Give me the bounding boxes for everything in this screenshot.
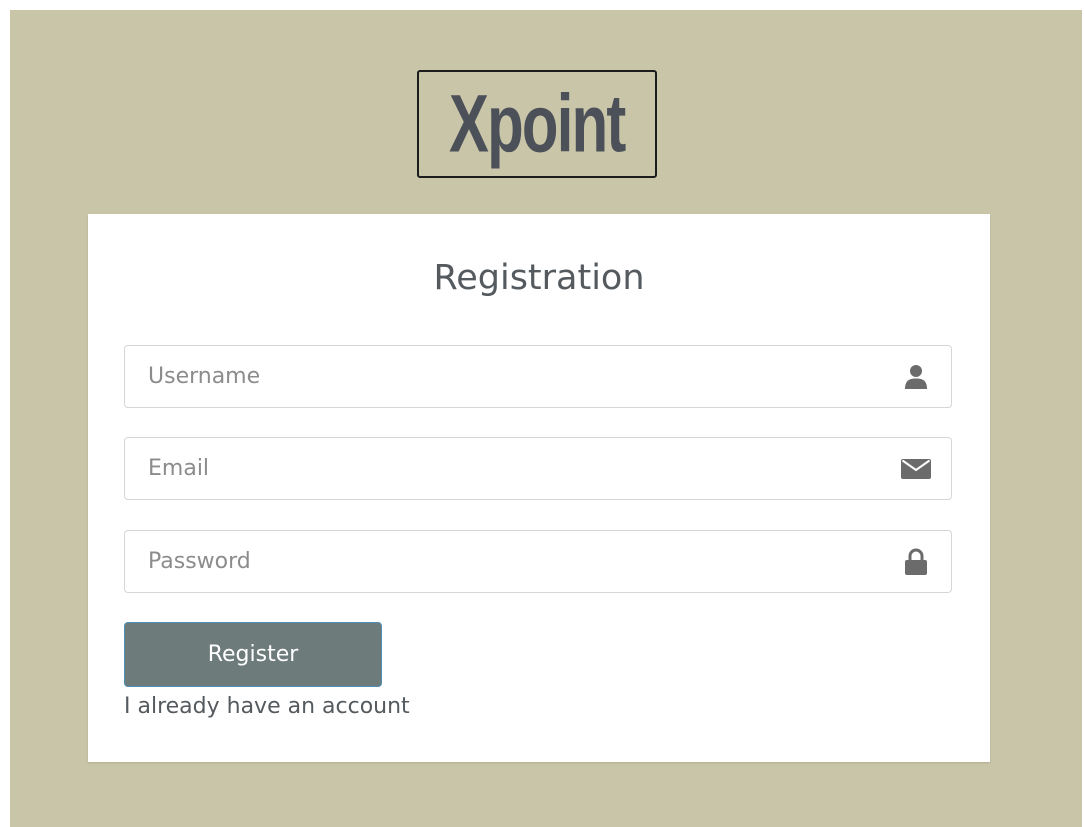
email-input[interactable] xyxy=(125,438,885,499)
logo: Xpoint xyxy=(417,70,657,178)
lock-icon xyxy=(901,547,931,577)
register-button[interactable]: Register xyxy=(124,622,382,687)
user-icon xyxy=(901,362,931,392)
username-input[interactable] xyxy=(125,346,885,407)
login-link[interactable]: I already have an account xyxy=(124,694,410,719)
envelope-icon xyxy=(901,454,931,484)
password-input[interactable] xyxy=(125,531,885,592)
email-field-container xyxy=(124,437,952,500)
username-field-container xyxy=(124,345,952,408)
page-background: Xpoint Registration Username Email Regis… xyxy=(10,10,1082,827)
page-title: Registration xyxy=(433,258,645,298)
registration-card: Registration Username Email Register I a… xyxy=(88,214,990,762)
logo-text: Xpoint xyxy=(449,78,626,170)
password-field-container xyxy=(124,530,952,593)
